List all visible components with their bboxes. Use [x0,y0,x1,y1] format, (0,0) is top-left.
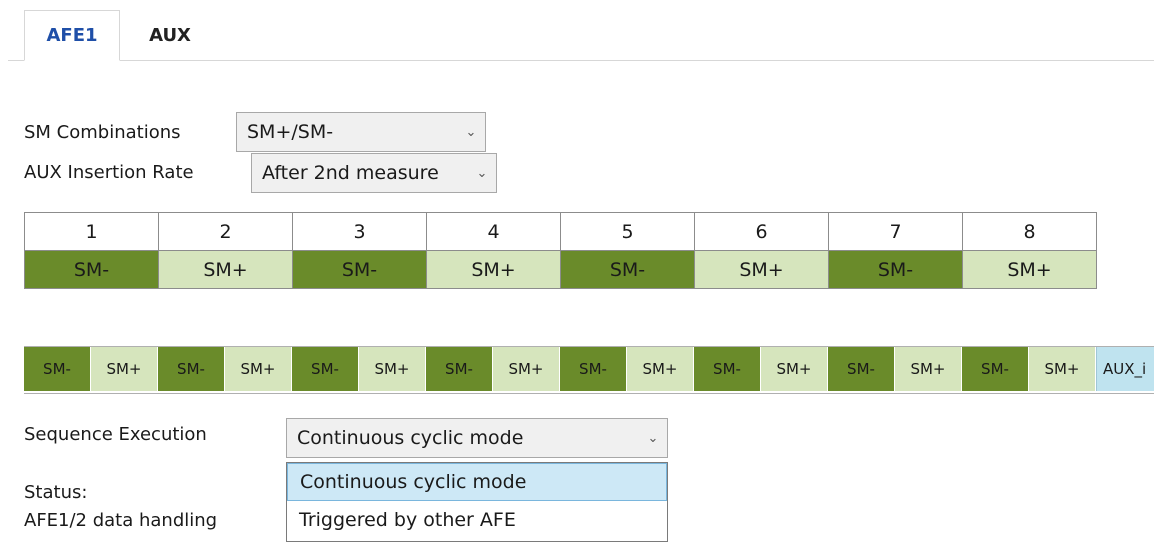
table-cell[interactable]: SM- [828,250,963,289]
sequence-cell: SM- [962,347,1029,391]
table-cell[interactable]: SM+ [426,250,561,289]
sequence-cell: SM+ [761,347,828,391]
aux-insertion-rate-value: After 2nd measure [262,162,439,184]
sequence-cell: SM- [560,347,627,391]
table-row: SM- SM+ SM- SM+ SM- SM+ SM- SM+ [24,250,1097,289]
sequence-cell: SM+ [627,347,694,391]
chevron-down-icon: ⌄ [457,113,485,151]
table-cell[interactable]: SM- [24,250,159,289]
measurement-table: 1 2 3 4 5 6 7 8 SM- SM+ SM- SM+ SM- SM+ … [24,212,1097,289]
chevron-down-icon: ⌄ [639,419,667,457]
sequence-cell: SM- [24,347,91,391]
sequence-cell: SM+ [225,347,292,391]
table-cell[interactable]: SM+ [694,250,829,289]
status-label: Status: [24,482,88,503]
sequence-execution-dropdown: Continuous cyclic mode Triggered by othe… [286,462,668,542]
sm-combinations-select[interactable]: SM+/SM- ⌄ [236,112,486,152]
sequence-strip: SM- SM+ SM- SM+ SM- SM+ SM- SM+ SM- SM+ … [24,346,1154,394]
table-header-cell: 4 [426,212,561,251]
data-handling-label: AFE1/2 data handling [24,510,218,531]
table-header-cell: 3 [292,212,427,251]
table-header-cell: 8 [962,212,1097,251]
tab-afe1[interactable]: AFE1 [24,10,120,61]
sequence-cell-aux: AUX_i [1096,347,1154,391]
sequence-cell: SM- [828,347,895,391]
sequence-cell: SM- [158,347,225,391]
sequence-execution-select[interactable]: Continuous cyclic mode ⌄ [286,418,668,458]
sequence-execution-label: Sequence Execution [24,424,207,445]
table-header-cell: 7 [828,212,963,251]
chevron-down-icon: ⌄ [468,154,496,192]
sequence-cell: SM- [292,347,359,391]
sequence-cell: SM+ [1029,347,1096,391]
aux-insertion-rate-select[interactable]: After 2nd measure ⌄ [251,153,497,193]
table-header-row: 1 2 3 4 5 6 7 8 [24,212,1097,251]
aux-insertion-rate-label: AUX Insertion Rate [24,162,194,183]
tab-bar: AFE1 AUX [8,0,1154,62]
sequence-cell: SM+ [895,347,962,391]
sm-combinations-value: SM+/SM- [247,121,334,143]
dropdown-option[interactable]: Continuous cyclic mode [287,463,667,501]
table-cell[interactable]: SM+ [962,250,1097,289]
sm-combinations-label: SM Combinations [24,122,181,143]
sequence-cell: SM- [694,347,761,391]
dropdown-option[interactable]: Triggered by other AFE [287,501,667,539]
table-header-cell: 2 [158,212,293,251]
table-cell[interactable]: SM- [292,250,427,289]
tab-aux[interactable]: AUX [120,10,220,61]
sequence-cell: SM+ [359,347,426,391]
table-header-cell: 5 [560,212,695,251]
sequence-cell: SM+ [493,347,560,391]
table-cell[interactable]: SM- [560,250,695,289]
sequence-execution-value: Continuous cyclic mode [297,427,524,449]
table-header-cell: 1 [24,212,159,251]
sequence-cell: SM- [426,347,493,391]
table-header-cell: 6 [694,212,829,251]
table-cell[interactable]: SM+ [158,250,293,289]
sequence-cell: SM+ [91,347,158,391]
